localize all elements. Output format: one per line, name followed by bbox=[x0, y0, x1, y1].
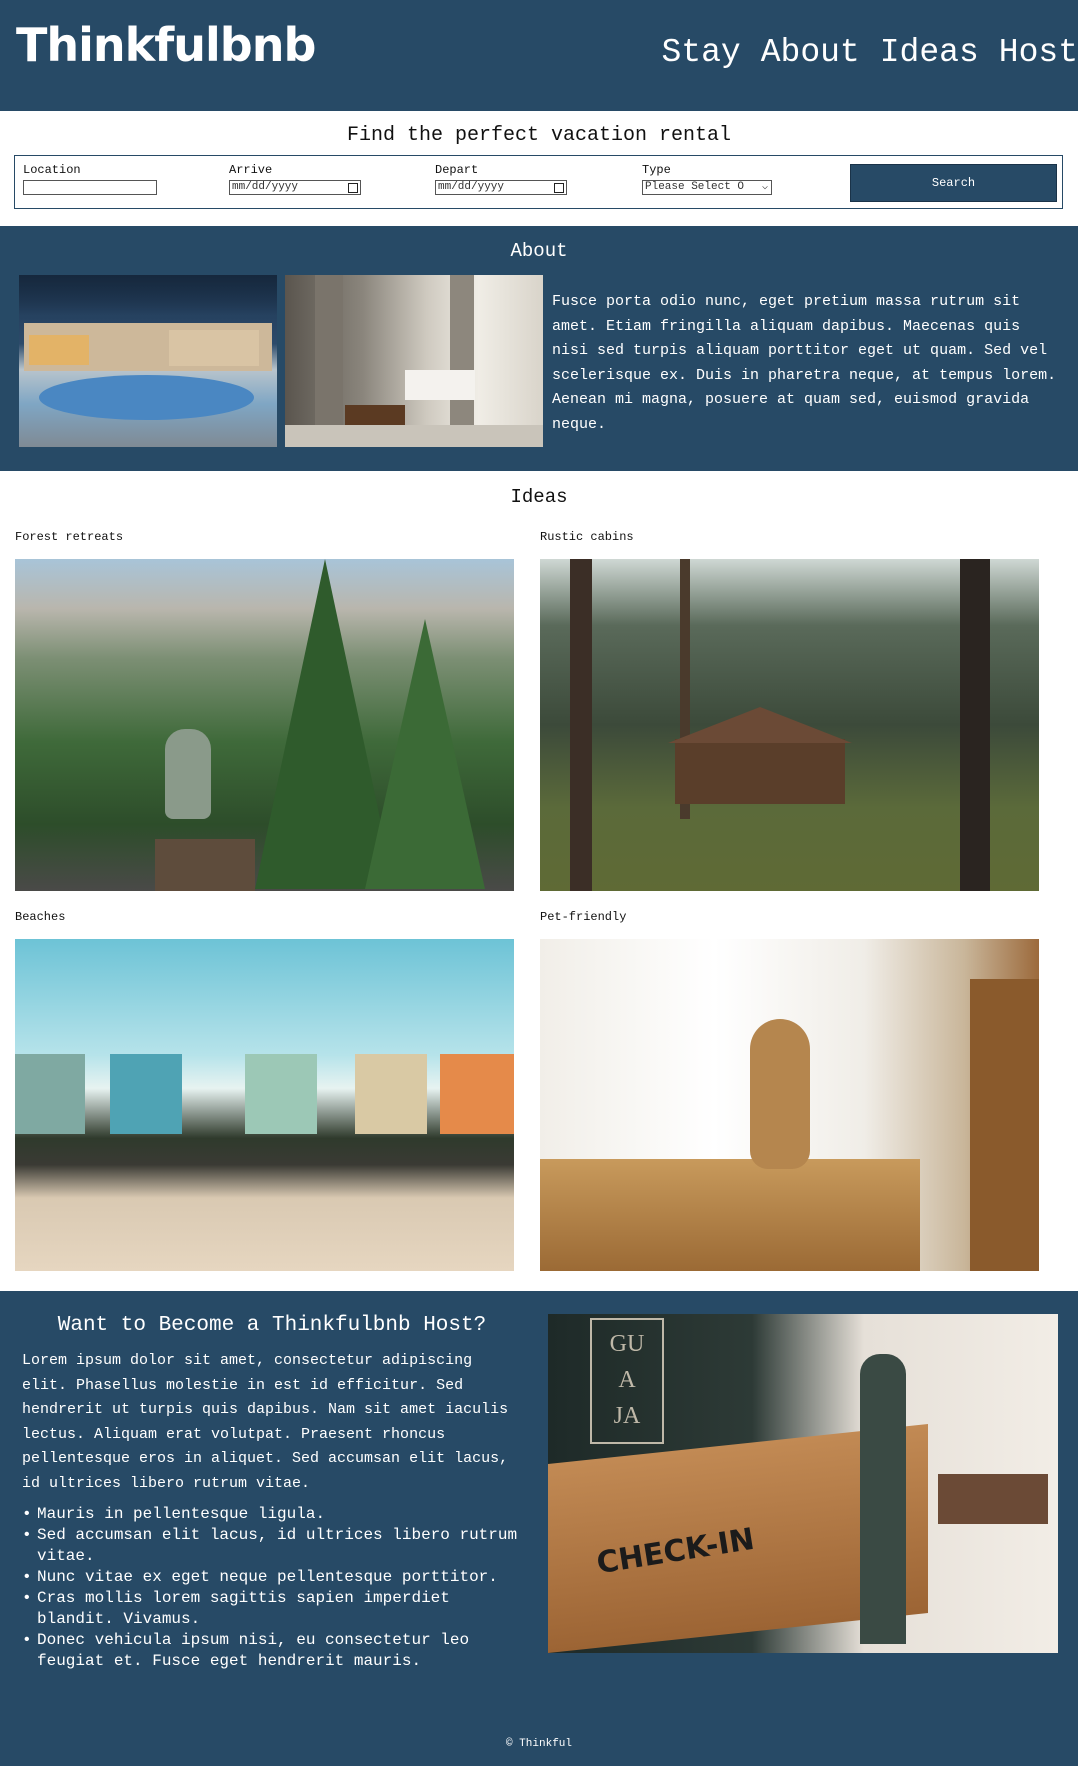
nav-host[interactable]: Host bbox=[999, 34, 1078, 71]
type-select[interactable]: Please Select O ⌵ bbox=[642, 180, 772, 195]
search-button[interactable]: Search bbox=[850, 164, 1057, 202]
nav-ideas[interactable]: Ideas bbox=[880, 34, 979, 71]
chevron-down-icon: ⌵ bbox=[761, 182, 768, 193]
list-item: Donec vehicula ipsum nisi, eu consectetu… bbox=[22, 1630, 532, 1672]
calendar-icon[interactable] bbox=[348, 183, 358, 193]
location-field-group: Location bbox=[23, 162, 157, 195]
location-label: Location bbox=[23, 163, 81, 177]
main-nav: Stay About Ideas Host bbox=[642, 34, 1078, 71]
list-item: Mauris in pellentesque ligula. bbox=[22, 1504, 532, 1525]
host-section: Want to Become a Thinkfulbnb Host? Lorem… bbox=[0, 1291, 1078, 1766]
site-header: Thinkfulbnb Stay About Ideas Host bbox=[0, 0, 1078, 111]
logo[interactable]: Thinkfulbnb bbox=[16, 18, 316, 72]
host-benefits-list: Mauris in pellentesque ligula. Sed accum… bbox=[22, 1504, 532, 1672]
pet-friendly-photo[interactable] bbox=[540, 939, 1039, 1271]
about-title: About bbox=[510, 240, 568, 262]
about-section: About Fusce porta odio nunc, eget pretiu… bbox=[0, 226, 1078, 471]
footer-copyright: © Thinkful bbox=[505, 1738, 572, 1750]
loft-bedroom-photo bbox=[285, 275, 543, 447]
arrive-placeholder: mm/dd/yyyy bbox=[232, 181, 299, 193]
nav-stay[interactable]: Stay bbox=[662, 34, 741, 71]
depart-label: Depart bbox=[435, 163, 479, 177]
villa-pool-photo bbox=[19, 275, 277, 447]
list-item: Nunc vitae ex eget neque pellentesque po… bbox=[22, 1567, 532, 1588]
list-item: Cras mollis lorem sagittis sapien imperd… bbox=[22, 1588, 532, 1630]
host-title: Want to Become a Thinkfulbnb Host? bbox=[57, 1314, 487, 1337]
beach-houses-photo[interactable] bbox=[15, 939, 514, 1271]
depart-placeholder: mm/dd/yyyy bbox=[438, 181, 505, 193]
sign-letters-2: A bbox=[618, 1367, 636, 1393]
about-text: Fusce porta odio nunc, eget pretium mass… bbox=[552, 293, 1057, 433]
calendar-icon[interactable] bbox=[554, 183, 564, 193]
forest-retreat-photo[interactable] bbox=[15, 559, 514, 891]
search-form: Location Arrive mm/dd/yyyy Depart mm/dd/… bbox=[14, 155, 1063, 209]
idea-label-forest: Forest retreats bbox=[15, 530, 124, 544]
sign-letters-3: JA bbox=[613, 1403, 641, 1429]
nav-about[interactable]: About bbox=[761, 34, 860, 71]
host-text: Lorem ipsum dolor sit amet, consectetur … bbox=[22, 1352, 509, 1492]
ideas-title: Ideas bbox=[510, 486, 568, 508]
list-item: Sed accumsan elit lacus, id ultrices lib… bbox=[22, 1525, 532, 1567]
sign-letters-1: GU bbox=[609, 1331, 645, 1357]
depart-field-group: Depart mm/dd/yyyy bbox=[435, 162, 567, 195]
arrive-field-group: Arrive mm/dd/yyyy bbox=[229, 162, 361, 195]
idea-label-pets: Pet-friendly bbox=[540, 910, 627, 924]
location-input[interactable] bbox=[23, 180, 157, 195]
search-title: Find the perfect vacation rental bbox=[346, 124, 732, 147]
arrive-input[interactable]: mm/dd/yyyy bbox=[229, 180, 361, 195]
arrive-label: Arrive bbox=[229, 163, 273, 177]
type-label: Type bbox=[642, 163, 671, 177]
idea-label-beaches: Beaches bbox=[15, 910, 66, 924]
idea-label-cabins: Rustic cabins bbox=[540, 530, 634, 544]
type-field-group: Type Please Select O ⌵ bbox=[642, 162, 772, 195]
type-selected: Please Select O bbox=[645, 181, 745, 193]
rustic-cabin-photo[interactable] bbox=[540, 559, 1039, 891]
check-in-desk-photo: GU A JA CHECK-IN bbox=[548, 1314, 1058, 1653]
depart-input[interactable]: mm/dd/yyyy bbox=[435, 180, 567, 195]
